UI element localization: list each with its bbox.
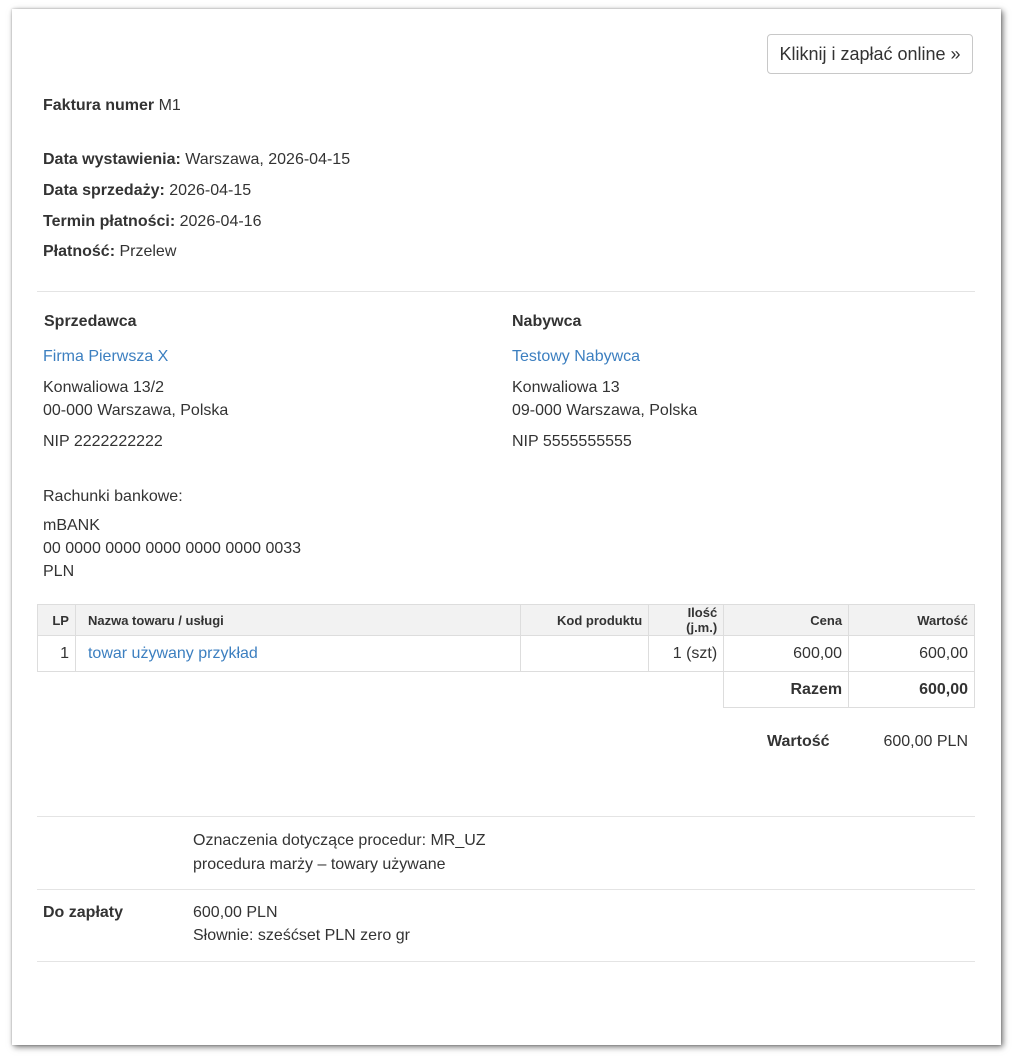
empty-cell <box>75 672 520 708</box>
procedure-notes-line2: procedura marży – towary używane <box>193 856 446 873</box>
invoice-page: Kliknij i zapłać online » Faktura numer … <box>12 9 1001 1045</box>
due-date-value: 2026-04-16 <box>179 213 262 230</box>
pay-online-button[interactable]: Kliknij i zapłać online » <box>767 34 973 74</box>
row-price: 600,00 <box>723 635 850 672</box>
header-name: Nazwa towaru / usługi <box>74 604 522 636</box>
buyer-city: 09-000 Warszawa, Polska <box>512 402 698 419</box>
seller-city: 00-000 Warszawa, Polska <box>43 402 229 419</box>
divider <box>37 961 975 962</box>
sale-date-row: Data sprzedaży: 2026-04-15 <box>43 182 251 200</box>
sale-date-label: Data sprzedaży: <box>43 182 165 199</box>
header-code: Kod produktu <box>520 604 650 636</box>
payment-label: Płatność: <box>43 243 116 260</box>
due-date-label: Termin płatności: <box>43 213 176 230</box>
issue-date-label: Data wystawienia: <box>43 151 181 168</box>
to-pay-amount: 600,00 PLN <box>193 904 278 921</box>
to-pay-words: Słownie: sześćset PLN zero gr <box>193 927 410 944</box>
bank-name: mBANK <box>43 517 100 534</box>
header-qty: Ilość (j.m.) <box>648 604 725 636</box>
buyer-heading: Nabywca <box>512 313 582 330</box>
header-value: Wartość <box>848 604 975 636</box>
header-lp: LP <box>37 604 76 636</box>
payment-value: Przelew <box>119 243 177 260</box>
divider <box>37 816 975 817</box>
table-row: 1 towar używany przykład 1 (szt) 600,00 … <box>37 635 975 672</box>
total-value: 600,00 <box>848 671 975 708</box>
invoice-number: Faktura numer M1 <box>43 97 181 115</box>
bank-accounts-label: Rachunki bankowe: <box>43 488 183 505</box>
header-price: Cena <box>723 604 850 636</box>
seller-nip: NIP 2222222222 <box>43 433 163 450</box>
issue-date-value: Warszawa, 2026-04-15 <box>185 151 351 168</box>
summary-value-label: Wartość <box>767 733 830 750</box>
due-date-row: Termin płatności: 2026-04-16 <box>43 213 261 231</box>
seller-heading: Sprzedawca <box>44 313 137 330</box>
summary-value-amount: 600,00 PLN <box>883 733 968 750</box>
item-name-link[interactable]: towar używany przykład <box>88 645 258 662</box>
invoice-number-value: M1 <box>158 97 181 114</box>
row-value: 600,00 <box>848 635 975 672</box>
payment-row: Płatność: Przelew <box>43 243 176 261</box>
divider <box>37 889 975 890</box>
invoice-number-label: Faktura numer <box>43 97 155 114</box>
row-lp: 1 <box>37 635 76 672</box>
row-code <box>520 635 650 672</box>
bank-account-number: 00 0000 0000 0000 0000 0000 0033 <box>43 540 302 557</box>
seller-street: Konwaliowa 13/2 <box>43 379 164 396</box>
to-pay-label: Do zapłaty <box>43 904 124 921</box>
row-name-cell: towar używany przykład <box>74 635 522 672</box>
items-table: LP Nazwa towaru / usługi Kod produktu Il… <box>37 604 975 708</box>
table-header-row: LP Nazwa towaru / usługi Kod produktu Il… <box>37 604 975 636</box>
row-qty: 1 (szt) <box>648 635 725 672</box>
table-total-row: Razem 600,00 <box>38 671 975 708</box>
divider <box>37 291 975 292</box>
total-label: Razem <box>723 671 850 708</box>
issue-date-row: Data wystawienia: Warszawa, 2026-04-15 <box>43 151 350 169</box>
sale-date-value: 2026-04-15 <box>169 182 252 199</box>
buyer-name-link[interactable]: Testowy Nabywca <box>512 348 640 366</box>
bank-currency: PLN <box>43 563 75 580</box>
buyer-street: Konwaliowa 13 <box>512 379 620 396</box>
buyer-nip: NIP 5555555555 <box>512 433 632 450</box>
procedure-notes-line1: Oznaczenia dotyczące procedur: MR_UZ <box>193 832 486 849</box>
empty-cell <box>521 672 649 708</box>
seller-name-link[interactable]: Firma Pierwsza X <box>43 348 168 366</box>
empty-cell <box>649 672 724 708</box>
empty-cell <box>38 672 76 708</box>
